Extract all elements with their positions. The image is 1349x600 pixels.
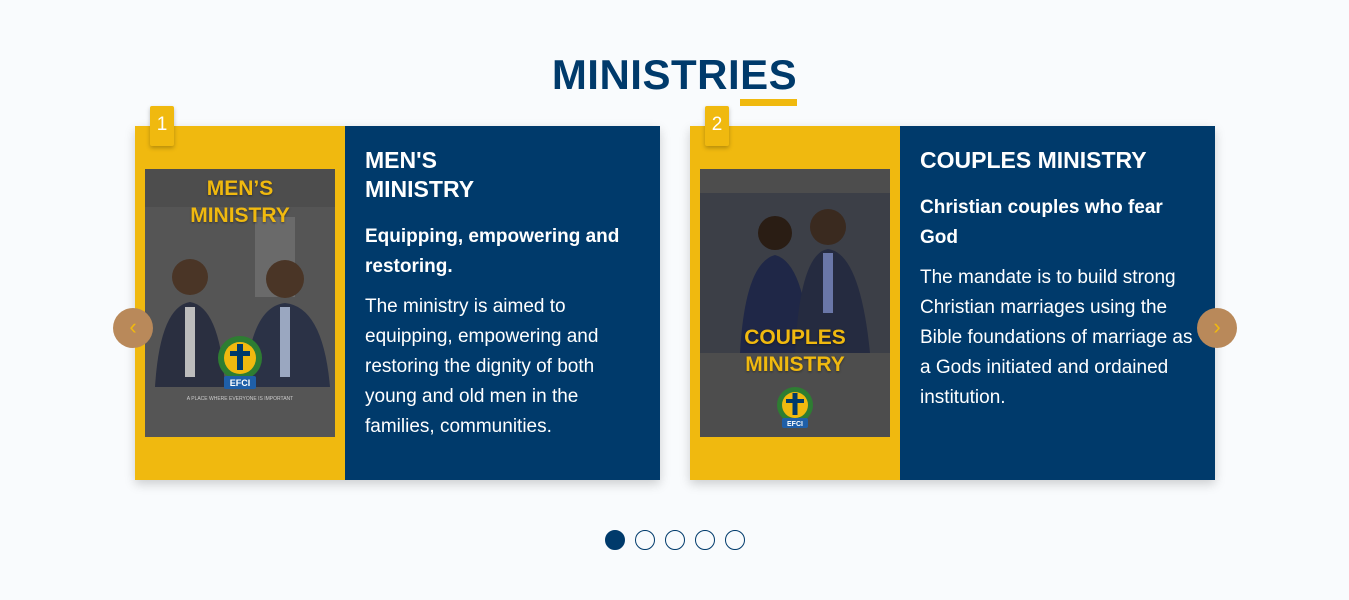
card-content-panel: MEN'S MINISTRY Equipping, empowering and… bbox=[345, 126, 660, 480]
title-underline bbox=[740, 99, 798, 106]
poster-title-line1: COUPLES bbox=[744, 326, 846, 349]
svg-text:EFCI: EFCI bbox=[787, 421, 803, 428]
poster-title-line1: MEN’S bbox=[206, 177, 274, 200]
chevron-right-icon: › bbox=[1213, 314, 1221, 339]
poster-photo bbox=[145, 207, 335, 437]
carousel-next-button[interactable]: › bbox=[1197, 308, 1237, 348]
card-image-panel: 1 MEN’S MINISTRY EFCI A PLACE WHERE EVER… bbox=[135, 106, 345, 480]
poster-title-line2: MINISTRY bbox=[745, 353, 845, 376]
card-subtitle: Christian couples who fear God bbox=[920, 197, 1163, 248]
efci-emblem-icon: EFCI bbox=[216, 334, 264, 392]
pagination-dot-5[interactable] bbox=[724, 530, 745, 550]
card-content-panel: COUPLES MINISTRY Christian couples who f… bbox=[900, 126, 1215, 480]
pagination-dot-4[interactable] bbox=[694, 530, 715, 550]
pagination-dot-1[interactable] bbox=[604, 530, 625, 550]
mens-ministry-poster[interactable]: MEN’S MINISTRY EFCI A PLACE WHERE EVERYO… bbox=[145, 169, 335, 437]
ministry-card-mens[interactable]: 1 MEN’S MINISTRY EFCI A PLACE WHERE EVER… bbox=[135, 106, 660, 480]
carousel-prev-button[interactable]: ‹ bbox=[113, 308, 153, 348]
pagination-dot-2[interactable] bbox=[634, 530, 655, 550]
card-description: The mandate is to build strong Christian… bbox=[920, 267, 1193, 408]
card-title: MEN'S MINISTRY bbox=[365, 147, 475, 202]
card-subtitle: Equipping, empowering and restoring. bbox=[365, 226, 620, 277]
card-image-panel: 2 COUPLES MINISTRY EFCI bbox=[690, 106, 900, 480]
men-photo-illustration bbox=[145, 207, 335, 437]
section-title: MINISTRIES bbox=[552, 50, 798, 106]
svg-text:EFCI: EFCI bbox=[230, 378, 251, 388]
card-index-badge: 2 bbox=[705, 106, 729, 146]
ministries-section: MINISTRIES 1 MEN’S MINISTRY EFCI A PLACE… bbox=[0, 0, 1349, 600]
efci-emblem-icon: EFCI bbox=[775, 385, 815, 429]
poster-title-line2: MINISTRY bbox=[190, 204, 290, 227]
card-index-badge: 1 bbox=[150, 106, 174, 146]
card-title: COUPLES MINISTRY bbox=[920, 147, 1147, 173]
ministry-card-couples[interactable]: 2 COUPLES MINISTRY EFCI COUPLES MINISTRY… bbox=[690, 106, 1215, 480]
poster-tagline: A PLACE WHERE EVERYONE IS IMPORTANT bbox=[186, 396, 294, 402]
chevron-left-icon: ‹ bbox=[129, 314, 137, 339]
carousel-pagination bbox=[0, 530, 1349, 550]
pagination-dot-3[interactable] bbox=[664, 530, 685, 550]
card-description: The ministry is aimed to equipping, empo… bbox=[365, 296, 599, 437]
couples-ministry-poster[interactable]: COUPLES MINISTRY EFCI bbox=[700, 169, 890, 437]
